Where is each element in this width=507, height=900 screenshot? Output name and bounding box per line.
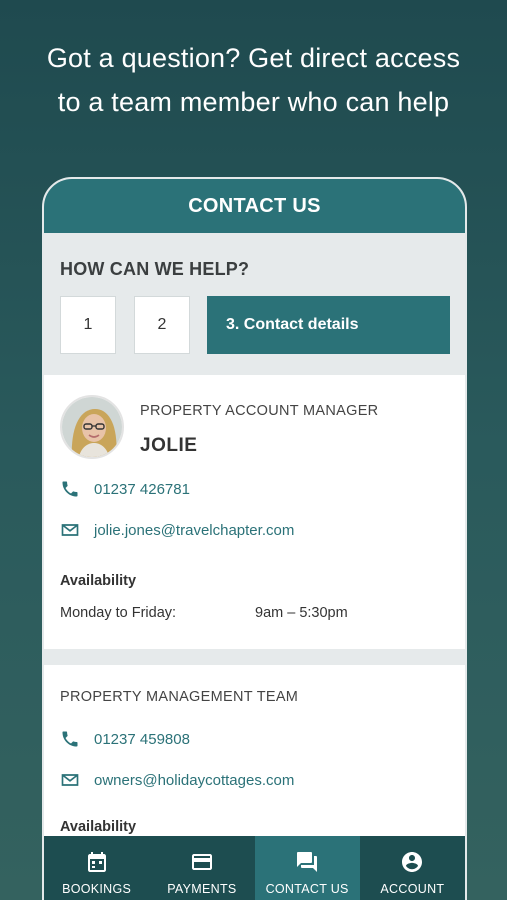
headline-line-1: Got a question? Get direct access: [46, 43, 461, 73]
phone-icon: [60, 479, 80, 499]
nav-contact-us[interactable]: CONTACT US: [254, 836, 360, 900]
promo-headline: Got a question? Get direct access to a t…: [0, 36, 507, 124]
step-1-button[interactable]: 1: [60, 296, 116, 354]
nav-bookings-label: BOOKINGS: [62, 882, 132, 896]
account-icon: [402, 852, 423, 872]
team-title: PROPERTY MANAGEMENT TEAM: [60, 689, 299, 705]
manager-name: JOLIE: [140, 435, 198, 456]
management-team-card: PROPERTY MANAGEMENT TEAM 01237 459808 ow…: [44, 665, 465, 865]
nav-account-label: ACCOUNT: [380, 882, 445, 896]
avatar: [60, 395, 124, 459]
email-icon: [60, 520, 80, 540]
account-manager-card: PROPERTY ACCOUNT MANAGER JOLIE 01237 426…: [44, 375, 465, 649]
nav-payments-label: PAYMENTS: [167, 882, 237, 896]
card-icon: [191, 854, 212, 870]
team-email-link[interactable]: owners@holidaycottages.com: [60, 770, 294, 790]
team-phone-link[interactable]: 01237 459808: [60, 729, 190, 749]
help-title: HOW CAN WE HELP?: [60, 259, 250, 279]
team-availability-title: Availability: [60, 819, 137, 835]
manager-email-link[interactable]: jolie.jones@travelchapter.com: [60, 520, 294, 540]
page-title: CONTACT US: [44, 179, 465, 233]
manager-availability-hours: 9am – 5:30pm: [255, 605, 348, 621]
manager-availability-days: Monday to Friday:: [60, 605, 177, 621]
nav-bookings[interactable]: BOOKINGS: [44, 836, 149, 900]
step-3-button[interactable]: 3. Contact details: [207, 296, 450, 354]
nav-contact-us-label: CONTACT US: [265, 882, 349, 896]
calendar-icon: [87, 852, 106, 872]
team-email: owners@holidaycottages.com: [94, 771, 295, 789]
team-phone: 01237 459808: [94, 730, 190, 748]
bottom-nav: BOOKINGS PAYMENTS CONTACT US ACCOUNT: [44, 836, 465, 900]
manager-role: PROPERTY ACCOUNT MANAGER: [140, 403, 379, 419]
nav-account[interactable]: ACCOUNT: [360, 836, 465, 900]
phone-icon: [60, 729, 80, 749]
nav-payments[interactable]: PAYMENTS: [149, 836, 254, 900]
phone-frame: CONTACT US HOW CAN WE HELP? 1 2 3. Conta…: [42, 177, 467, 900]
step-2-button[interactable]: 2: [134, 296, 190, 354]
chat-icon: [297, 852, 318, 872]
manager-phone-link[interactable]: 01237 426781: [60, 479, 190, 499]
manager-email: jolie.jones@travelchapter.com: [94, 521, 295, 539]
manager-availability-title: Availability: [60, 573, 137, 589]
headline-line-2: to a team member who can help: [57, 87, 450, 117]
email-icon: [60, 770, 80, 790]
manager-phone: 01237 426781: [94, 480, 190, 498]
